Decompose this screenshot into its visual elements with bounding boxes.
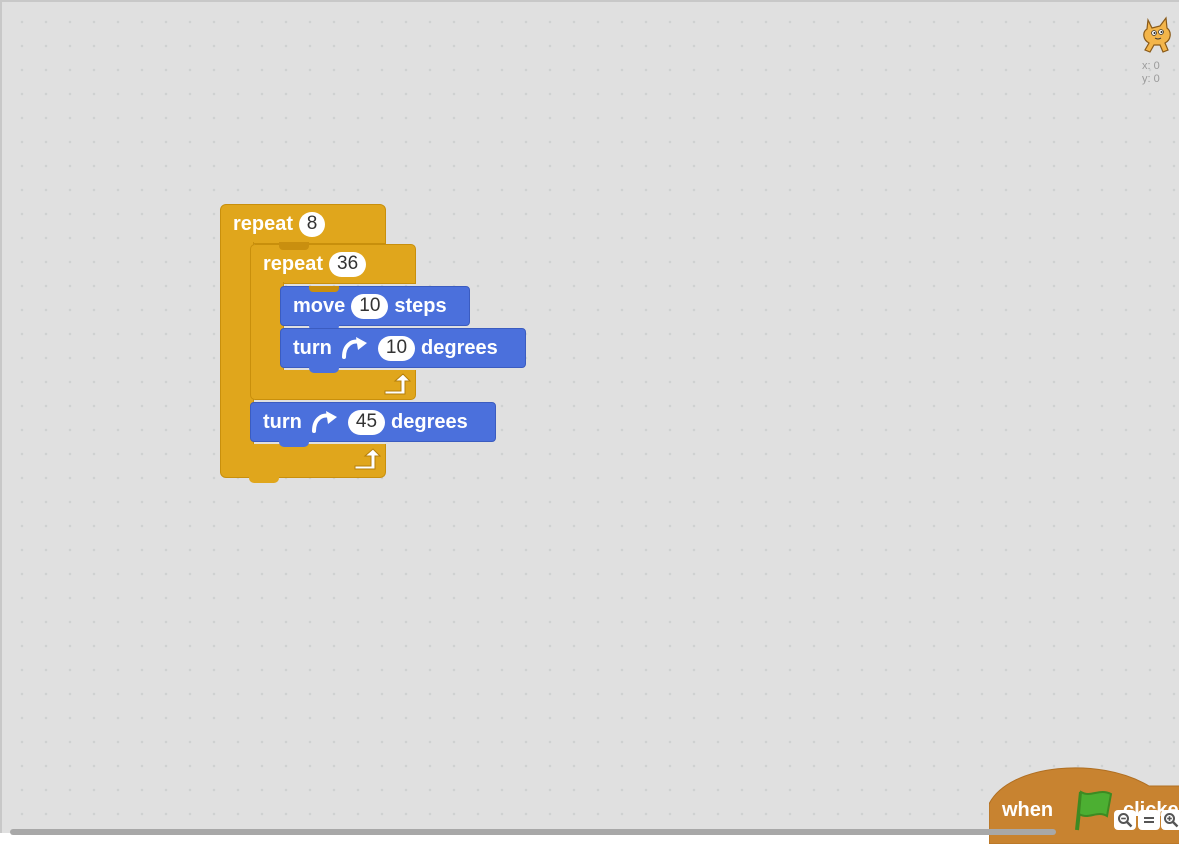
turn-inner-label: turn	[293, 336, 332, 359]
move-steps-input[interactable]: 10	[351, 293, 389, 319]
green-flag-icon	[1075, 790, 1113, 831]
zoom-in-button[interactable]	[1161, 810, 1179, 830]
cat-sprite-icon	[1143, 16, 1171, 53]
turn-inner-unit-label: degrees	[421, 336, 498, 359]
repeat-inner-arm	[250, 282, 284, 372]
turn-clockwise-block-outer[interactable]: turn 45 degrees	[250, 402, 496, 447]
move-steps-block[interactable]: move 10 steps	[280, 286, 470, 331]
repeat-outer-footer	[220, 444, 386, 483]
move-unit-label: steps	[394, 294, 447, 317]
repeat-outer-header[interactable]: repeat 8	[220, 204, 386, 249]
zoom-reset-button[interactable]	[1138, 810, 1160, 830]
repeat-inner-footer	[250, 370, 416, 400]
scripts-area[interactable]: x: 0 y: 0 repeat 8 repeat 36 move 10 ste…	[0, 0, 1179, 844]
move-label: move	[293, 294, 346, 317]
zoom-reset-icon	[1144, 817, 1154, 823]
zoom-out-icon	[1118, 813, 1133, 828]
hat-when-label: when	[1002, 799, 1054, 821]
horizontal-scrollbar[interactable]	[10, 829, 1056, 835]
repeat-outer-count-input[interactable]: 8	[299, 211, 326, 237]
sprite-x-coordinate: x: 0	[1142, 60, 1160, 72]
turn-outer-label: turn	[263, 410, 302, 433]
sprite-thumbnail	[1138, 14, 1178, 61]
rotate-clockwise-icon	[311, 411, 337, 433]
zoom-in-icon	[1164, 813, 1179, 828]
turn-inner-degrees-input[interactable]: 10	[377, 335, 416, 361]
zoom-out-button[interactable]	[1114, 810, 1136, 830]
loop-arrow-icon	[384, 373, 411, 395]
loop-arrow-icon	[354, 448, 381, 470]
repeat-outer-label: repeat	[233, 212, 294, 235]
repeat-outer-arm	[220, 242, 254, 456]
repeat-inner-label: repeat	[263, 252, 324, 275]
turn-outer-degrees-input[interactable]: 45	[347, 409, 386, 435]
turn-clockwise-block-inner[interactable]: turn 10 degrees	[280, 328, 526, 373]
repeat-inner-count-input[interactable]: 36	[329, 251, 367, 277]
sprite-y-coordinate: y: 0	[1142, 73, 1160, 85]
turn-outer-unit-label: degrees	[391, 410, 468, 433]
repeat-inner-header[interactable]: repeat 36	[250, 244, 416, 284]
rotate-clockwise-icon	[341, 337, 367, 359]
